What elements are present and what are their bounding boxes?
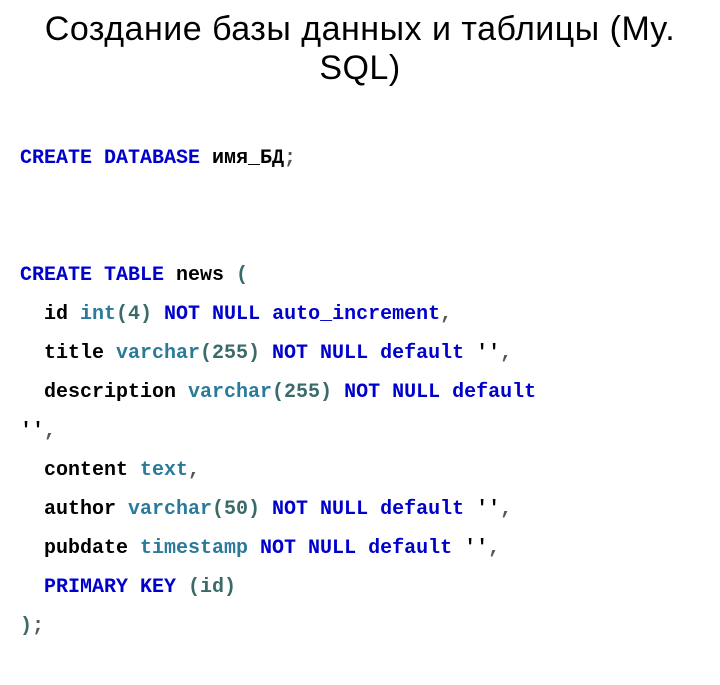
keyword: CREATE TABLE bbox=[20, 264, 164, 287]
keyword: CREATE DATABASE bbox=[20, 147, 200, 170]
keyword: NOT NULL auto_increment bbox=[152, 303, 440, 326]
comma: , bbox=[488, 537, 500, 560]
code-line: title varchar(255) NOT NULL default '', bbox=[20, 334, 512, 373]
column: description bbox=[44, 381, 188, 404]
semicolon: ; bbox=[284, 147, 296, 170]
code-line: author varchar(50) NOT NULL default '', bbox=[20, 490, 512, 529]
keyword: PRIMARY KEY bbox=[44, 576, 176, 599]
type: varchar bbox=[188, 381, 272, 404]
paren: (255) bbox=[272, 381, 332, 404]
column: id bbox=[44, 303, 80, 326]
column: pubdate bbox=[44, 537, 140, 560]
slide: Создание базы данных и таблицы (My. SQL)… bbox=[0, 0, 720, 540]
slide-title: Создание базы данных и таблицы (My. SQL) bbox=[0, 0, 720, 88]
identifier: news bbox=[164, 264, 236, 287]
code-line: id int(4) NOT NULL auto_increment, bbox=[20, 295, 452, 334]
paren: (50) bbox=[212, 498, 260, 521]
type: varchar bbox=[116, 342, 200, 365]
comma: , bbox=[188, 459, 200, 482]
column: content bbox=[44, 459, 140, 482]
keyword: NOT NULL default bbox=[332, 381, 536, 404]
column: author bbox=[44, 498, 128, 521]
comma: , bbox=[500, 498, 512, 521]
paren-open: ( bbox=[236, 264, 248, 287]
keyword: NOT NULL default bbox=[248, 537, 452, 560]
keyword: NOT NULL default bbox=[260, 498, 464, 521]
type: varchar bbox=[128, 498, 212, 521]
keyword: NOT NULL default bbox=[260, 342, 464, 365]
comma: , bbox=[500, 342, 512, 365]
string: '' bbox=[464, 342, 500, 365]
paren: (255) bbox=[200, 342, 260, 365]
paren: (4) bbox=[116, 303, 152, 326]
string: '' bbox=[464, 498, 500, 521]
column: title bbox=[44, 342, 116, 365]
code-line: PRIMARY KEY (id) bbox=[20, 568, 236, 607]
type: text bbox=[140, 459, 188, 482]
string: '' bbox=[452, 537, 488, 560]
code-line: description varchar(255) NOT NULL defaul… bbox=[20, 373, 536, 412]
code-line: content text, bbox=[20, 451, 200, 490]
sql-code-block: CREATE DATABASE имя_БД; CREATE TABLE new… bbox=[0, 88, 720, 685]
comma: , bbox=[440, 303, 452, 326]
paren: (id) bbox=[176, 576, 236, 599]
type: int bbox=[80, 303, 116, 326]
comma: , bbox=[44, 420, 56, 443]
semicolon: ; bbox=[32, 615, 44, 638]
string: '' bbox=[20, 420, 44, 443]
identifier: имя_БД bbox=[200, 147, 284, 170]
code-line: pubdate timestamp NOT NULL default '', bbox=[20, 529, 500, 568]
paren-close: ) bbox=[20, 615, 32, 638]
type: timestamp bbox=[140, 537, 248, 560]
